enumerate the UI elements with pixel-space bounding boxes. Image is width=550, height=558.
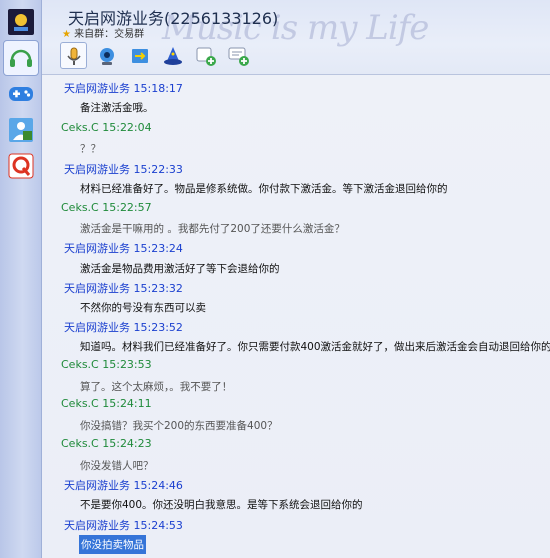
message-text: 不然你的号没有东西可以卖 (80, 302, 206, 314)
sender-name[interactable]: 天启网游业务 (64, 82, 130, 95)
sender-name[interactable]: 天启网游业务 (64, 479, 130, 492)
message-time: 15:18:17 (133, 82, 183, 95)
message-header: Ceks.C 15:23:53 (61, 358, 152, 371)
message-text: 材料已经准备好了。物品是修系统做。你付款下激活金。等下激活金退回给你的 (80, 183, 448, 195)
message-text: 备注激活金哦。 (80, 102, 154, 114)
message-header: Ceks.C 15:22:57 (61, 201, 152, 214)
message-header: Ceks.C 15:24:23 (61, 437, 152, 450)
message-time: 15:22:33 (133, 163, 183, 176)
message-text: 你没发错人吧？ (80, 460, 154, 472)
message-text: 算了。这个太麻烦，。我不要了！ (80, 381, 233, 393)
sender-name[interactable]: Ceks.C (61, 437, 99, 450)
message-time: 15:24:23 (102, 437, 152, 450)
message-header: 天启网游业务 15:24:53 (64, 517, 183, 533)
chat-header: Music is my Life 天启网游业务(2256133126) ★ 来自… (42, 0, 550, 75)
message-time: 15:22:04 (102, 121, 152, 134)
sender-name[interactable]: Ceks.C (61, 358, 99, 371)
sender-name[interactable]: 天启网游业务 (64, 519, 130, 532)
qq-logo-icon[interactable] (5, 6, 37, 38)
message-header: 天启网游业务 15:18:17 (64, 80, 183, 96)
message-text: 知道吗。材料我们已经准备好了。你只需要付款400激活金就好了，做出来后激活金会自… (80, 341, 550, 353)
message-header: 天启网游业务 15:23:24 (64, 240, 183, 256)
message-text: 不是要你400。你还没明白我意思。是等下系统会退回给你的 (80, 499, 363, 511)
wizard-hat-icon[interactable] (159, 42, 186, 69)
group-source: ★ 来自群：交易群 (62, 25, 144, 40)
message-text: 激活金是物品费用激活好了等下会退给你的 (80, 263, 280, 275)
sender-name[interactable]: Ceks.C (61, 121, 99, 134)
sender-name[interactable]: 天启网游业务 (64, 163, 130, 176)
sender-name[interactable]: 天启网游业务 (64, 282, 130, 295)
chat-history[interactable]: 天启网游业务 15:18:17 备注激活金哦。 Ceks.C 15:22:04？？天… (42, 75, 550, 558)
message-header: Ceks.C 15:22:04 (61, 121, 152, 134)
person-icon[interactable] (5, 114, 37, 146)
message-header: 天启网游业务 15:23:52 (64, 319, 183, 335)
message-text: 你没搞错？我买个200的东西要准备400？ (80, 420, 278, 432)
left-dock (0, 0, 42, 558)
message-time: 15:24:11 (102, 397, 152, 410)
message-time: 15:23:53 (102, 358, 152, 371)
message-time: 15:24:46 (133, 479, 183, 492)
message-header: 天启网游业务 15:22:33 (64, 161, 183, 177)
message-header: Ceks.C 15:24:11 (61, 397, 152, 410)
message-time: 15:23:24 (133, 242, 183, 255)
microphone-icon[interactable] (60, 42, 87, 69)
star-icon: ★ (62, 29, 71, 40)
headset-icon[interactable] (3, 40, 39, 76)
message-text: 你没拍卖物品 (79, 535, 146, 554)
sender-name[interactable]: Ceks.C (61, 201, 99, 214)
message-text: ？？ (80, 143, 101, 155)
webcam-icon[interactable] (93, 42, 120, 69)
sender-name[interactable]: 天启网游业务 (64, 242, 130, 255)
q-brand-icon[interactable] (5, 150, 37, 182)
message-time: 15:24:53 (133, 519, 183, 532)
message-header: 天启网游业务 15:23:32 (64, 280, 183, 296)
add-member-icon[interactable] (192, 42, 219, 69)
message-time: 15:22:57 (102, 201, 152, 214)
message-header: 天启网游业务 15:24:46 (64, 477, 183, 493)
group-source-label: 来自群：交易群 (74, 29, 145, 40)
gamepad-icon[interactable] (5, 78, 37, 110)
sender-name[interactable]: 天启网游业务 (64, 321, 130, 334)
sender-name[interactable]: Ceks.C (61, 397, 99, 410)
message-time: 15:23:52 (133, 321, 183, 334)
message-time: 15:23:32 (133, 282, 183, 295)
chat-toolbar (60, 42, 252, 69)
add-chat-icon[interactable] (225, 42, 252, 69)
message-text: 激活金是干嘛用的 。我都先付了200了还要什么激活金？ (80, 223, 345, 235)
file-transfer-icon[interactable] (126, 42, 153, 69)
